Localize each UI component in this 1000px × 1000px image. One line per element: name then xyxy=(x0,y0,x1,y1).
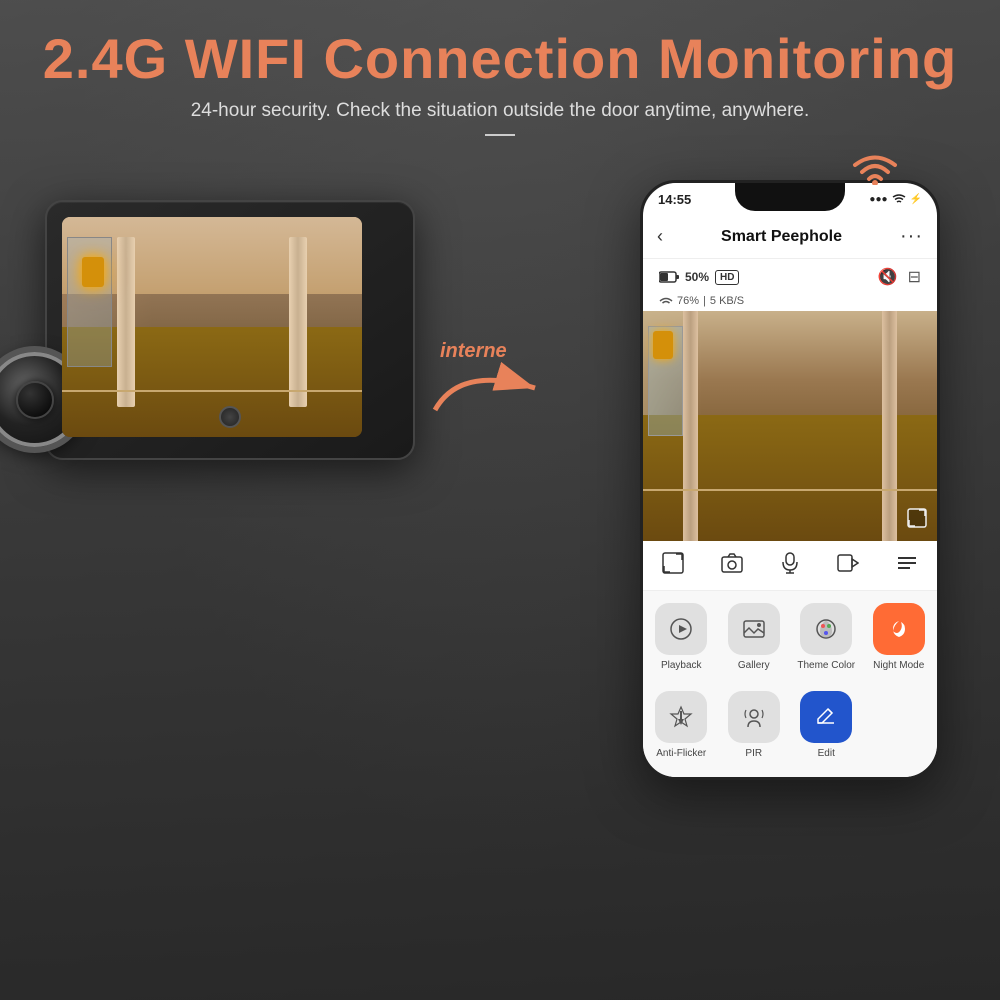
theme-icon-bg xyxy=(800,603,852,655)
app-title: Smart Peephole xyxy=(721,228,842,246)
battery-icon xyxy=(659,271,679,283)
arrow-container: interne xyxy=(430,360,540,425)
arrow-svg xyxy=(430,360,540,420)
mute-icon[interactable]: 🔇 xyxy=(878,267,898,287)
phone-camera-feed[interactable] xyxy=(643,311,937,541)
app-controls xyxy=(643,541,937,591)
status-time: 14:55 xyxy=(658,192,691,207)
night-mode-label: Night Mode xyxy=(873,660,924,672)
signal-info: 76% | 5 KB/S xyxy=(659,295,744,307)
night-mode-icon-bg xyxy=(873,603,925,655)
phone-railing xyxy=(643,489,937,491)
expand-icon[interactable] xyxy=(907,508,927,533)
playback-icon-bg xyxy=(655,603,707,655)
status-icons: ●●● ⚡ xyxy=(869,193,922,206)
fullscreen-ctrl-icon[interactable] xyxy=(662,552,684,580)
battery-hd-group: 50% HD xyxy=(659,270,739,285)
wifi-status-icon xyxy=(892,193,906,206)
arrow-label: interne xyxy=(440,340,507,363)
porch-light xyxy=(82,257,104,287)
back-button[interactable]: ‹ xyxy=(657,226,663,247)
playback-label: Playback xyxy=(661,660,702,672)
phone-body: 14:55 ●●● ⚡ ‹ Smart Peephole ··· xyxy=(640,180,940,780)
anti-flicker-label: Anti-Flicker xyxy=(656,748,706,760)
layout-icon[interactable]: ⊟ xyxy=(908,267,921,287)
anti-flicker-icon-bg xyxy=(655,691,707,743)
device-screen xyxy=(62,217,362,437)
camera-lens-inner xyxy=(16,381,54,419)
microphone-icon[interactable] xyxy=(781,552,799,580)
phone-col-right xyxy=(882,311,897,541)
menu-item-night-mode[interactable]: Night Mode xyxy=(867,603,932,683)
signal-bars-icon: ●●● xyxy=(869,194,887,205)
porch-column-left xyxy=(117,237,135,407)
battery-status-icon: ⚡ xyxy=(910,194,922,205)
menu-item-anti-flicker[interactable]: Anti-Flicker xyxy=(649,691,714,771)
phone-container: 14:55 ●●● ⚡ ‹ Smart Peephole ··· xyxy=(640,180,940,780)
device-body xyxy=(45,200,415,460)
porch-column-right xyxy=(289,237,307,407)
menu-item-gallery[interactable]: Gallery xyxy=(722,603,787,683)
menu-item-pir[interactable]: PIR xyxy=(722,691,787,771)
more-menu-icon[interactable] xyxy=(896,554,918,578)
phone-light xyxy=(653,331,673,359)
app-nav: ‹ Smart Peephole ··· xyxy=(643,215,937,259)
edit-label: Edit xyxy=(818,748,835,760)
phone-col-left xyxy=(683,311,698,541)
device-button[interactable] xyxy=(219,406,241,428)
more-button[interactable]: ··· xyxy=(900,225,923,248)
gallery-icon-bg xyxy=(728,603,780,655)
main-title: 2.4G WIFI Connection Monitoring xyxy=(0,28,1000,90)
menu-item-playback[interactable]: Playback xyxy=(649,603,714,683)
video-play-icon[interactable] xyxy=(837,554,859,578)
device-info-bar: 50% HD 🔇 ⊟ xyxy=(653,259,927,295)
hd-badge: HD xyxy=(715,270,739,285)
theme-color-label: Theme Color xyxy=(797,660,855,672)
wifi-signal-icon xyxy=(850,145,900,192)
sub-title: 24-hour security. Check the situation ou… xyxy=(0,100,1000,122)
device-icons: 🔇 ⊟ xyxy=(878,267,921,287)
gallery-label: Gallery xyxy=(738,660,770,672)
snapshot-icon[interactable] xyxy=(721,553,743,579)
menu-item-theme-color[interactable]: Theme Color xyxy=(794,603,859,683)
battery-percent: 50% xyxy=(685,270,709,284)
porch-scene xyxy=(62,217,362,437)
pir-icon-bg xyxy=(728,691,780,743)
porch-railing xyxy=(62,390,362,392)
pir-label: PIR xyxy=(745,748,762,760)
speed-label: | xyxy=(703,295,706,307)
menu-item-edit[interactable]: Edit xyxy=(794,691,859,771)
device-container xyxy=(45,200,415,460)
header-section: 2.4G WIFI Connection Monitoring 24-hour … xyxy=(0,0,1000,136)
data-speed: 5 KB/S xyxy=(710,295,744,307)
divider xyxy=(485,134,515,136)
edit-icon-bg xyxy=(800,691,852,743)
signal-percent: 76% xyxy=(677,295,699,307)
app-menu: Playback Gallery xyxy=(643,591,937,777)
